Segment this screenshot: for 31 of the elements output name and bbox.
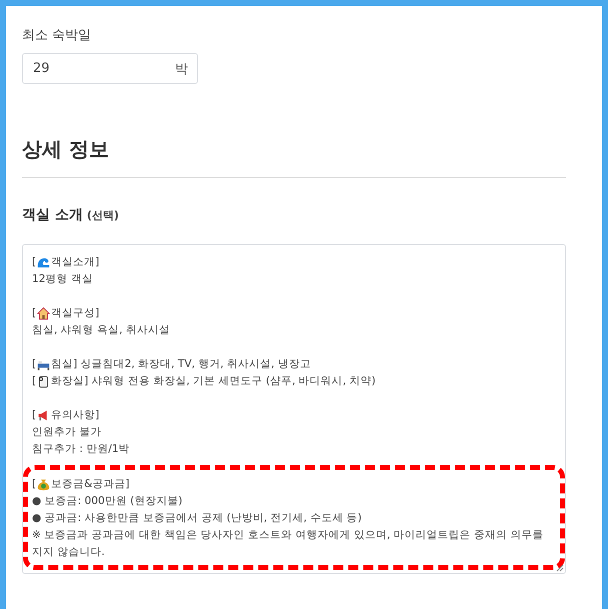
bracket-text: [ [32,374,36,389]
bracket-text: [ [32,357,36,372]
bracket-text: [ [32,477,36,492]
bracket-text: [ [32,306,36,321]
text-line: 유의사항] [51,408,100,423]
text-line: 침구추가 : 만원/1박 [32,442,131,457]
text-line: ● 보증금: 000만원 (현장지불) [32,494,184,509]
bracket-text: [ [32,255,36,270]
text-line: 보증금&공과금] [51,477,130,492]
text-line: ※ 보증금과 공과금에 대한 책임은 당사자인 호스트와 여행자에게 있으며, 마이리얼트립은 중재의 의무를 지지 않습니다. [32,528,544,560]
optional-hint: (선택) [86,208,119,223]
unit-label: 박 [175,60,188,78]
money-bag-icon [37,478,50,491]
room-intro-textarea[interactable] [22,244,566,574]
wave-icon [37,256,50,269]
text-line: 화장실] 샤워형 전용 화장실, 기본 세면도구 (샴푸, 바디워시, 치약) [51,374,376,389]
bracket-text: [ [32,408,36,423]
toilet-paper-icon [37,375,50,388]
field-label: 최소 숙박일 [22,27,92,44]
text-line: 인원추가 불가 [32,425,102,440]
text-line: 침실, 샤워형 욕실, 취사시설 [32,323,171,338]
resize-handle-icon[interactable] [556,564,564,572]
text-line: 객실구성] [51,306,100,321]
text-line: 객실소개] [51,255,100,270]
text-line: 12평형 객실 [32,272,94,287]
text-line: 침실] 싱글침대2, 화장대, TV, 행거, 취사시설, 냉장고 [51,357,311,372]
house-icon [37,307,50,320]
field-label: 객실 소개 [22,206,83,224]
section-title: 상세 정보 [22,136,110,163]
min-stay-input[interactable]: 29 박 [22,53,198,84]
text-line: ● 공과금: 사용한만큼 보증금에서 공제 (난방비, 전기세, 수도세 등) [32,511,363,526]
